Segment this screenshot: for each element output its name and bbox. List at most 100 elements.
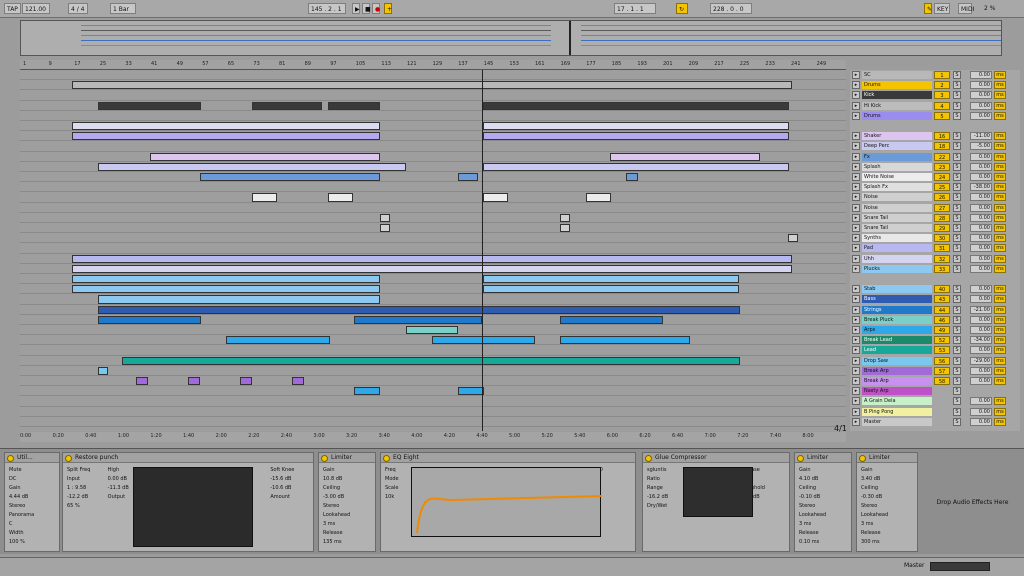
time-ruler[interactable]: 0:00 0:20 0:40 1:00 1:20 1:40 2:00 2:20 2:40 3:00… (20, 432, 846, 442)
arrangement-clip[interactable] (432, 336, 535, 345)
track-lane[interactable] (20, 366, 846, 376)
track-activator[interactable]: 30 (934, 234, 950, 243)
solo-button[interactable]: S (953, 203, 961, 212)
arrangement-clip[interactable] (560, 315, 663, 324)
track-activator[interactable]: 24 (934, 173, 950, 181)
arrangement-clip[interactable] (72, 254, 792, 263)
track-name[interactable]: Break Arp (862, 377, 932, 385)
fold-icon[interactable]: ▸ (852, 315, 860, 324)
track-name[interactable]: Noise (862, 203, 932, 212)
fold-icon[interactable]: ▸ (852, 264, 860, 273)
arrangement-clip[interactable] (560, 213, 570, 222)
solo-button[interactable]: S (953, 152, 961, 161)
fold-icon[interactable]: ▸ (852, 285, 860, 294)
solo-button[interactable]: S (953, 387, 961, 396)
track-activator[interactable]: 26 (934, 193, 950, 202)
track-activator[interactable]: 57 (934, 366, 950, 375)
arrangement-clip[interactable] (226, 336, 330, 345)
arrangement-clip[interactable] (240, 377, 252, 386)
track-activator[interactable]: 25 (934, 183, 950, 192)
track-name[interactable]: Nasty Arp (862, 387, 932, 396)
record-button[interactable]: ● (372, 3, 380, 14)
loop-start[interactable]: 17 . 1 . 1 (614, 3, 656, 14)
track-volume[interactable]: -34.00 (970, 336, 992, 345)
arrangement-clip[interactable] (252, 193, 277, 202)
arrangement-clip[interactable] (483, 101, 789, 110)
arrangement-clip[interactable] (98, 101, 201, 110)
track-activator[interactable]: 18 (934, 142, 950, 151)
arrangement-clip[interactable] (586, 193, 611, 202)
track-activator[interactable]: 53 (934, 346, 950, 355)
track-activator[interactable]: 43 (934, 295, 950, 304)
fold-icon[interactable]: ▸ (852, 162, 860, 171)
track-activator[interactable]: 56 (934, 356, 950, 365)
track-name[interactable]: Noise (862, 193, 932, 202)
track-volume[interactable]: -29.00 (970, 356, 992, 365)
solo-button[interactable]: S (953, 244, 961, 253)
arrangement-clip[interactable] (458, 387, 484, 396)
track-name[interactable]: Splash (862, 162, 932, 171)
track-volume[interactable]: 0.00 (970, 417, 992, 426)
track-volume[interactable]: 0.00 (970, 91, 992, 100)
song-position[interactable]: 145 . 2 . 1 (308, 3, 346, 14)
track-activator[interactable]: 40 (934, 285, 950, 294)
track-name[interactable]: A Grain Dela (862, 397, 932, 406)
solo-button[interactable]: S (953, 81, 961, 90)
track-volume[interactable]: 0.00 (970, 315, 992, 324)
track-header[interactable]: ▸ SC 1 S 0.00 ms (850, 70, 1020, 79)
track-header[interactable]: ▸ Lead 53 S 0.00 ms (850, 345, 1020, 355)
solo-button[interactable]: S (953, 162, 961, 171)
fold-icon[interactable]: ▸ (852, 417, 860, 426)
arrangement-clip[interactable] (188, 377, 200, 386)
track-volume[interactable]: 0.00 (970, 213, 992, 222)
arrangement-clip[interactable] (380, 224, 390, 233)
fold-icon[interactable]: ▸ (852, 377, 860, 385)
fold-icon[interactable]: ▸ (852, 387, 860, 396)
track-header[interactable]: ▸ B Ping Pong S 0.00 ms (850, 407, 1020, 416)
track-header[interactable]: ▸ A Grain Dela S 0.00 ms (850, 396, 1020, 406)
track-lane[interactable] (20, 243, 846, 254)
track-name[interactable]: Stab (862, 285, 932, 294)
track-lane[interactable] (20, 396, 846, 407)
track-header[interactable]: ▸ Stab 40 S 0.00 ms (850, 284, 1020, 294)
track-lane[interactable] (20, 172, 846, 183)
fold-icon[interactable]: ▸ (852, 407, 860, 416)
track-name[interactable]: Snare Tail (862, 224, 932, 232)
solo-button[interactable]: S (953, 356, 961, 365)
arrangement-view[interactable] (20, 70, 846, 431)
solo-button[interactable]: S (953, 315, 961, 324)
midi-map-button[interactable]: MIDI (958, 3, 974, 14)
track-header[interactable]: ▸ Synths 30 S 0.00 ms (850, 233, 1020, 243)
track-lane[interactable] (20, 141, 846, 152)
fold-icon[interactable]: ▸ (852, 152, 860, 161)
fold-icon[interactable]: ▸ (852, 336, 860, 345)
solo-button[interactable]: S (953, 101, 961, 110)
track-header[interactable]: ▸ Break Arp 57 S 0.00 ms (850, 366, 1020, 375)
solo-button[interactable]: S (953, 366, 961, 375)
fold-icon[interactable]: ▸ (852, 356, 860, 365)
track-activator[interactable]: 22 (934, 152, 950, 161)
arrangement-clip[interactable] (72, 285, 380, 294)
track-activator[interactable]: 28 (934, 213, 950, 222)
track-volume[interactable]: 0.00 (970, 326, 992, 334)
fold-icon[interactable]: ▸ (852, 234, 860, 243)
solo-button[interactable]: S (953, 111, 961, 120)
beat-ruler[interactable]: 1 9 17 25 33 41 49 57 65 73 81 89 97 105 113 121 129 137 1… (20, 60, 846, 70)
track-header[interactable]: ▸ Pad 31 S 0.00 ms (850, 243, 1020, 253)
arrangement-clip[interactable] (788, 234, 798, 243)
arrangement-clip[interactable] (626, 173, 638, 182)
eq-display[interactable] (411, 467, 603, 537)
track-header[interactable]: ▸ Nasty Arp S (850, 386, 1020, 396)
arrangement-clip[interactable] (354, 387, 380, 396)
fold-icon[interactable]: ▸ (852, 295, 860, 304)
solo-button[interactable]: S (953, 173, 961, 181)
track-lane[interactable] (20, 386, 846, 397)
track-activator[interactable]: 3 (934, 91, 950, 100)
fold-icon[interactable]: ▸ (852, 183, 860, 192)
fold-icon[interactable]: ▸ (852, 71, 860, 79)
device-eq-eight[interactable]: EQ EightFreq47.4 HzGain0.00 dBQ0.60ModeS… (380, 452, 636, 552)
arrangement-clip[interactable] (122, 356, 740, 365)
fold-icon[interactable]: ▸ (852, 132, 860, 141)
fold-icon[interactable]: ▸ (852, 397, 860, 406)
device-power-icon[interactable] (383, 455, 390, 462)
